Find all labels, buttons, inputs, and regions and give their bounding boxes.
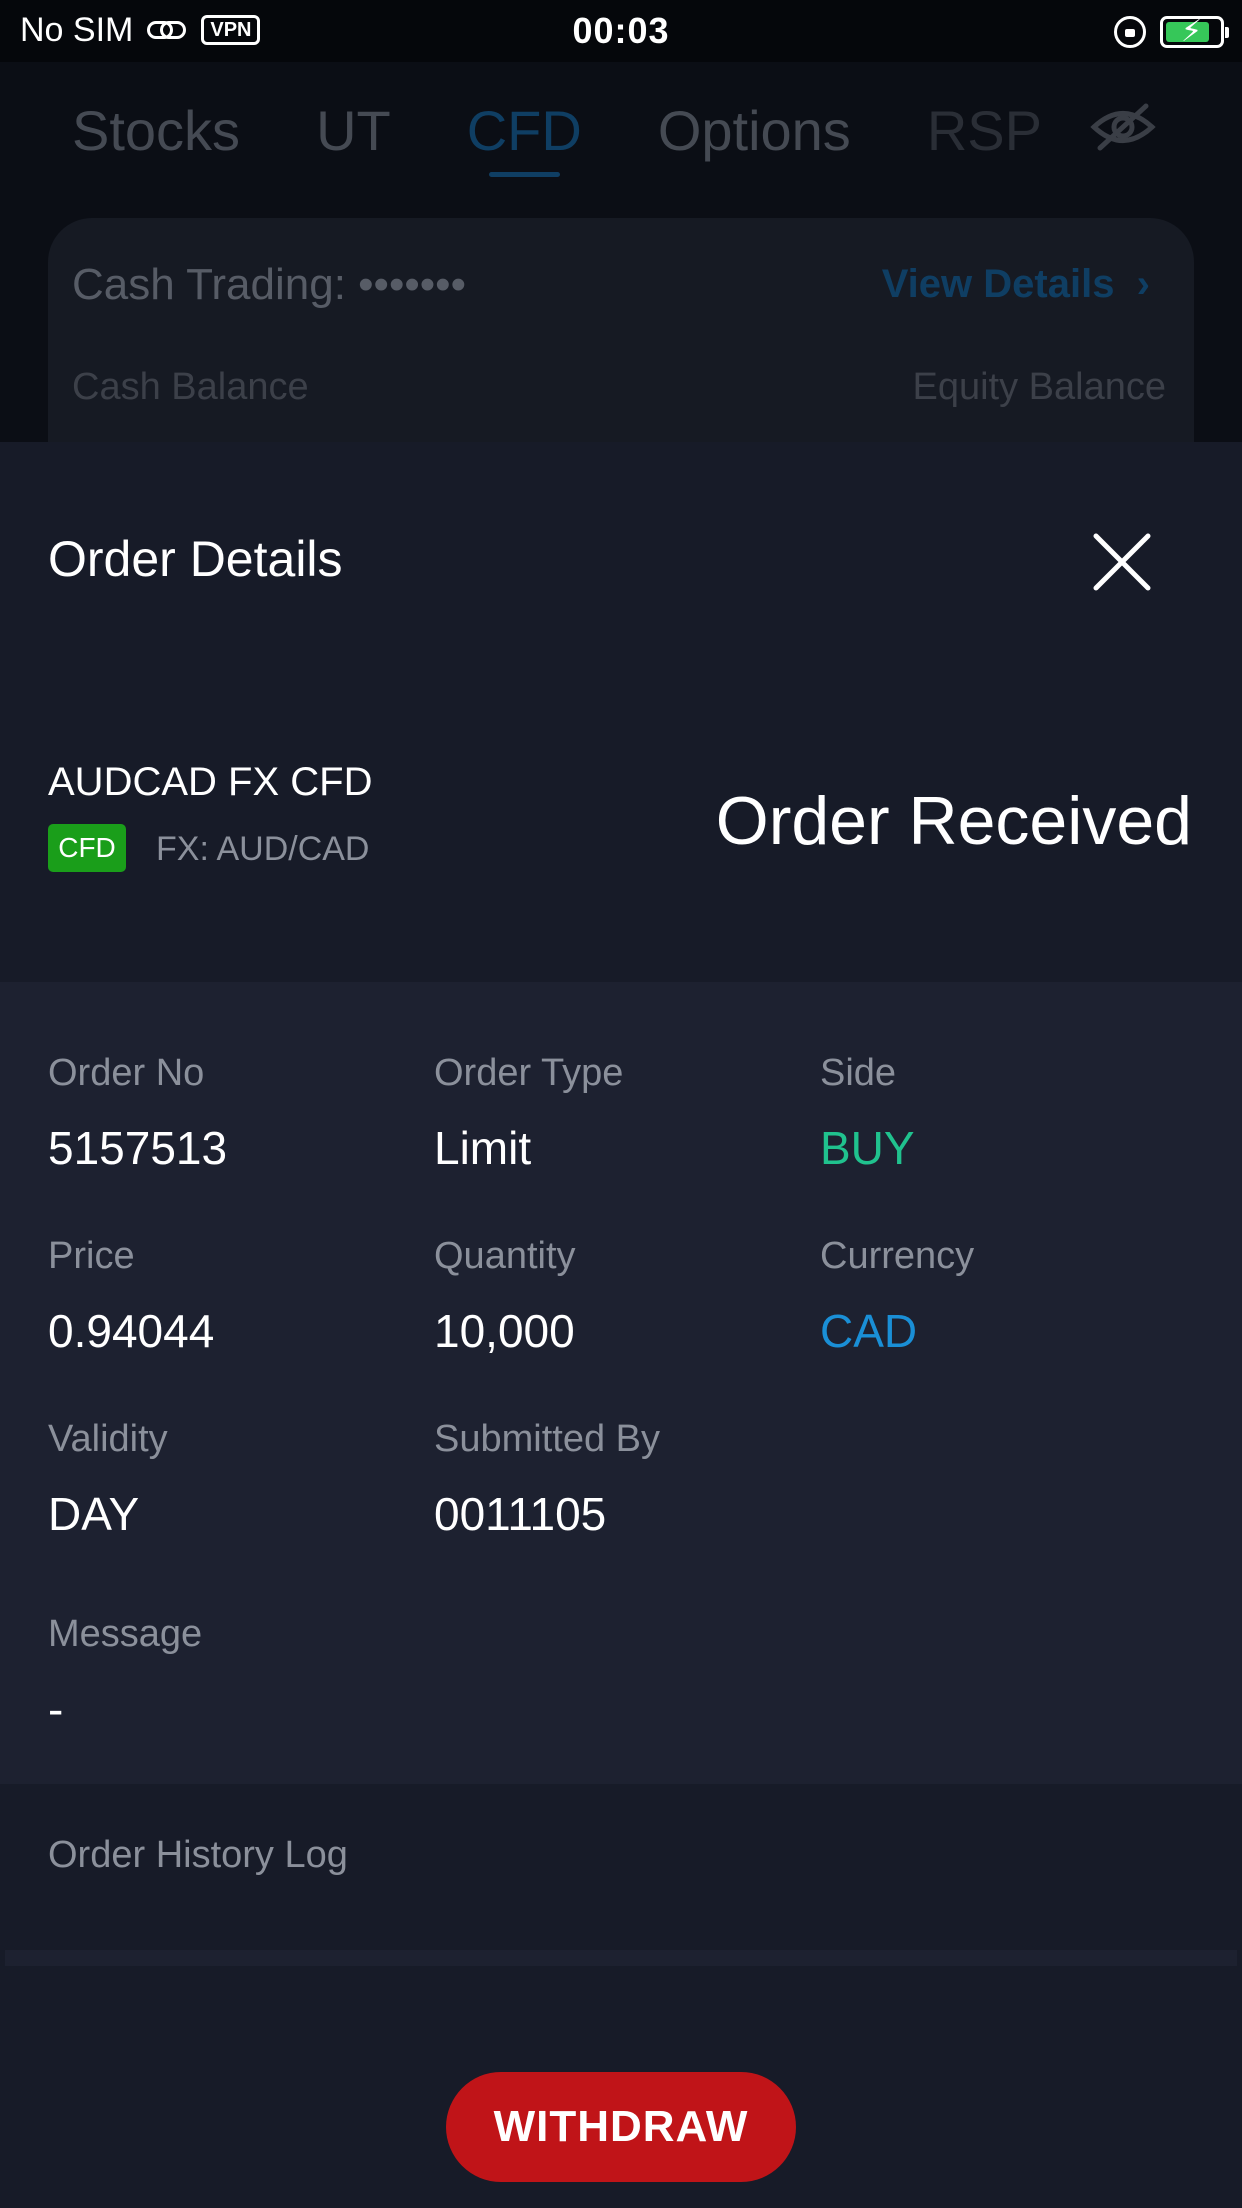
tab-stocks[interactable]: Stocks <box>72 98 240 163</box>
symbol-subtitle: FX: AUD/CAD <box>156 830 370 868</box>
order-history-section[interactable]: Order History Log <box>0 1784 1242 1950</box>
field-value: - <box>48 1683 64 1735</box>
account-title: Cash Trading: ••••••• <box>72 260 466 309</box>
field-value: 10,000 <box>434 1305 575 1357</box>
field-label: Order Type <box>434 1052 624 1094</box>
screen: No SIM VPN 00:03 ⚡ Stocks UT CFD Options… <box>0 0 1242 2208</box>
sheet-title: Order Details <box>48 531 343 587</box>
field-currency: Currency CAD <box>820 1235 974 1358</box>
field-label: Price <box>48 1235 135 1277</box>
equity-balance-label: Equity Balance <box>912 366 1167 408</box>
field-order-type: Order Type Limit <box>434 1052 623 1175</box>
tab-rsp[interactable]: RSP <box>927 98 1042 163</box>
close-icon[interactable] <box>1086 526 1158 598</box>
sheet-header: Order Details AUDCAD FX CFD CFD FX: AUD/… <box>0 442 1242 982</box>
field-label: Quantity <box>434 1235 576 1277</box>
order-status: Order Received <box>715 783 1192 859</box>
field-label: Message <box>48 1613 203 1655</box>
view-details-label: View Details <box>881 262 1115 306</box>
view-details-link[interactable]: View Details › <box>882 262 1150 307</box>
field-value: 0.94044 <box>48 1305 215 1357</box>
background-page: Stocks UT CFD Options RSP Cash Trading: … <box>0 62 1242 518</box>
clock: 00:03 <box>572 10 670 51</box>
field-value: DAY <box>48 1488 140 1540</box>
product-tabs: Stocks UT CFD Options RSP <box>72 98 1042 177</box>
field-value: CAD <box>820 1305 918 1357</box>
field-label: Submitted By <box>434 1418 660 1460</box>
status-bar: No SIM VPN 00:03 ⚡ <box>0 0 1242 62</box>
tab-cfd[interactable]: CFD <box>467 98 582 177</box>
eye-off-icon[interactable] <box>1090 102 1156 152</box>
field-label: Side <box>820 1052 897 1094</box>
battery-charging-icon: ⚡ <box>1160 15 1229 48</box>
field-value: Limit <box>434 1122 532 1174</box>
tab-options[interactable]: Options <box>658 98 851 163</box>
field-quantity: Quantity 10,000 <box>434 1235 576 1358</box>
field-order-no: Order No 5157513 <box>48 1052 227 1175</box>
order-history-label: Order History Log <box>48 1834 348 1876</box>
field-validity: Validity DAY <box>48 1418 168 1541</box>
field-label: Currency <box>820 1235 975 1277</box>
field-value: 0011105 <box>434 1488 607 1540</box>
product-badge: CFD <box>48 824 126 872</box>
field-price: Price 0.94044 <box>48 1235 214 1358</box>
field-submitted-by: Submitted By 0011105 <box>434 1418 660 1541</box>
order-details-sheet: Order Details AUDCAD FX CFD CFD FX: AUD/… <box>0 442 1242 2208</box>
order-fields: Order No 5157513 Order Type Limit Side B… <box>0 982 1242 1784</box>
chevron-right-icon: › <box>1125 262 1150 306</box>
status-right: ⚡ <box>1114 12 1229 52</box>
cash-balance-label: Cash Balance <box>72 366 309 408</box>
history-divider <box>5 1950 1237 1966</box>
withdraw-button[interactable]: WITHDRAW <box>446 2072 796 2182</box>
field-side: Side BUY <box>820 1052 915 1175</box>
orientation-lock-icon <box>1114 16 1146 48</box>
field-value: 5157513 <box>48 1122 228 1174</box>
field-label: Validity <box>48 1418 168 1460</box>
symbol-name: AUDCAD FX CFD <box>48 760 373 804</box>
field-message: Message - <box>48 1613 202 1736</box>
field-value: BUY <box>820 1122 915 1174</box>
field-label: Order No <box>48 1052 205 1094</box>
tab-ut[interactable]: UT <box>316 98 391 163</box>
